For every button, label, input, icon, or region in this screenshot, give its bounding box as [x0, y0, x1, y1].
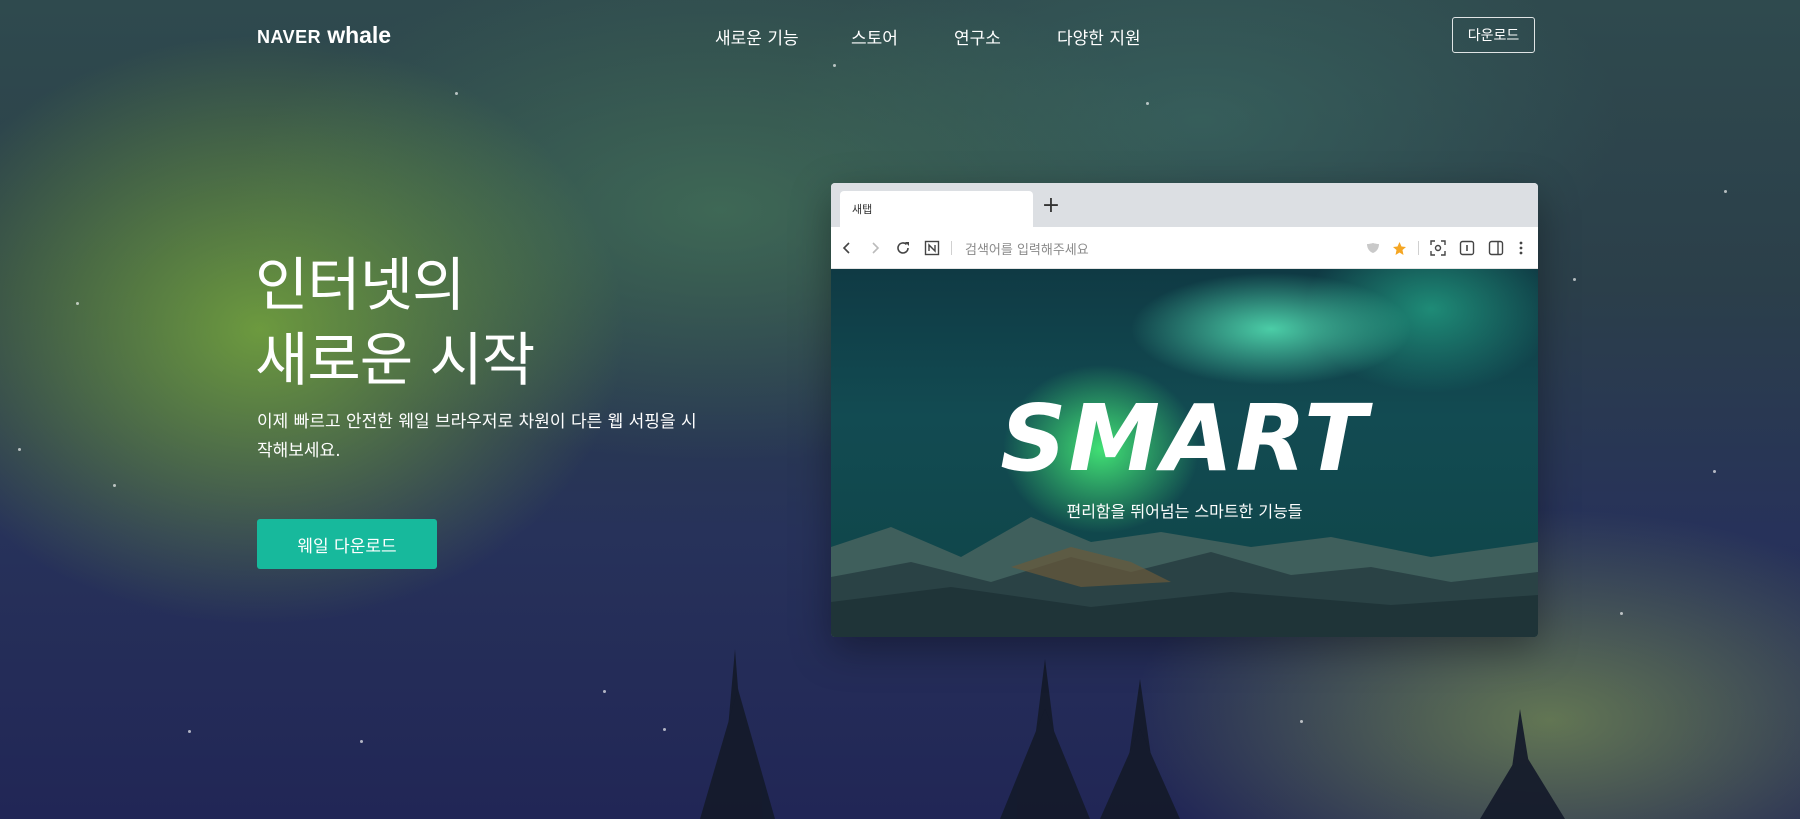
- info-icon[interactable]: [1457, 238, 1477, 258]
- site-header: NAVER whale 새로운 기능 스토어 연구소 다양한 지원 다운로드: [0, 0, 1800, 72]
- hero-title-line1: 인터넷의: [255, 251, 465, 319]
- reload-icon[interactable]: [893, 238, 913, 258]
- browser-viewport: SMART 편리함을 뛰어넘는 스마트한 기능들: [831, 269, 1538, 637]
- nav-item-store[interactable]: 스토어: [851, 24, 898, 49]
- browser-tab[interactable]: 새탭: [840, 191, 1033, 227]
- hero-title: 인터넷의 새로운 시작: [255, 248, 535, 398]
- header-download-button[interactable]: 다운로드: [1452, 17, 1535, 53]
- forward-arrow-icon[interactable]: [865, 238, 885, 258]
- address-bar-input[interactable]: 검색어를 입력해주세요: [965, 239, 1089, 258]
- nav-item-lab[interactable]: 연구소: [954, 24, 1001, 49]
- hero-title-line2: 새로운 시작: [255, 326, 535, 394]
- smart-subheadline: 편리함을 뛰어넘는 스마트한 기능들: [1066, 502, 1303, 521]
- back-arrow-icon[interactable]: [837, 238, 857, 258]
- toolbar-divider: [1418, 241, 1419, 255]
- whale-download-button[interactable]: 웨일 다운로드: [257, 519, 437, 569]
- sidebar-toggle-icon[interactable]: [1486, 238, 1506, 258]
- logo-naver-text: NAVER: [257, 27, 322, 47]
- capture-icon[interactable]: [1428, 238, 1448, 258]
- plus-icon[interactable]: +: [1039, 191, 1063, 221]
- naver-whale-logo[interactable]: NAVER whale: [257, 22, 391, 49]
- naver-home-icon[interactable]: [922, 238, 942, 258]
- star-icon[interactable]: [1389, 238, 1409, 258]
- browser-mockup: 새탭 + 검색어를 입력해주세요 SMART 편리함을 뛰어넘는 스마트한 기능…: [831, 183, 1538, 637]
- browser-toolbar: 검색어를 입력해주세요: [831, 227, 1538, 269]
- browser-tab-bar: 새탭 +: [831, 183, 1538, 227]
- address-divider: [951, 241, 952, 255]
- nav-item-support[interactable]: 다양한 지원: [1057, 24, 1141, 49]
- hero-description: 이제 빠르고 안전한 웨일 브라우저로 차원이 다른 웹 서핑을 시작해보세요.: [257, 412, 697, 461]
- tree-silhouettes: [700, 649, 1565, 819]
- shield-icon[interactable]: [1363, 238, 1383, 258]
- smart-headline: SMART: [1000, 385, 1369, 492]
- more-menu-icon[interactable]: [1511, 238, 1531, 258]
- browser-tab-label: 새탭: [852, 203, 873, 216]
- nav-item-new-features[interactable]: 새로운 기능: [715, 24, 799, 49]
- logo-whale-text: whale: [327, 22, 392, 48]
